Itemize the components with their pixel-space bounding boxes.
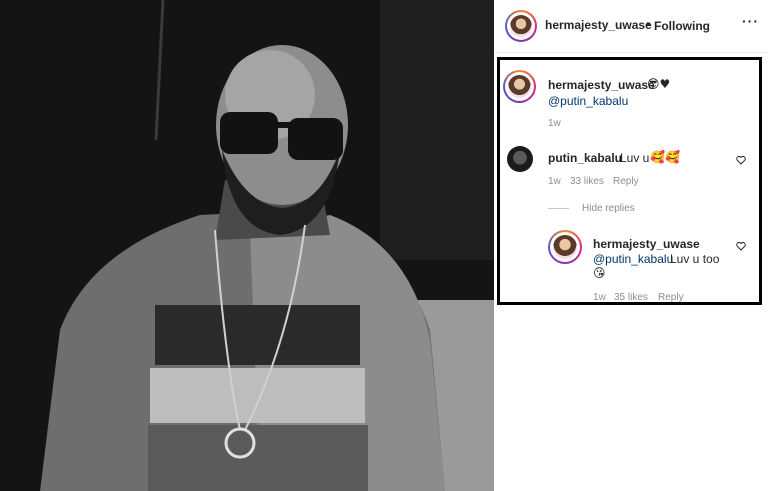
highlight-box: [497, 57, 762, 305]
following-button[interactable]: Following: [654, 19, 710, 33]
header-separator: •: [646, 17, 651, 31]
post-photo-illustration: [0, 0, 494, 491]
header-divider: [494, 52, 768, 53]
post-photo[interactable]: [0, 0, 494, 491]
header-avatar[interactable]: [505, 10, 537, 42]
more-options-icon[interactable]: ···: [742, 13, 759, 29]
header-username[interactable]: hermajesty_uwase: [545, 18, 652, 32]
